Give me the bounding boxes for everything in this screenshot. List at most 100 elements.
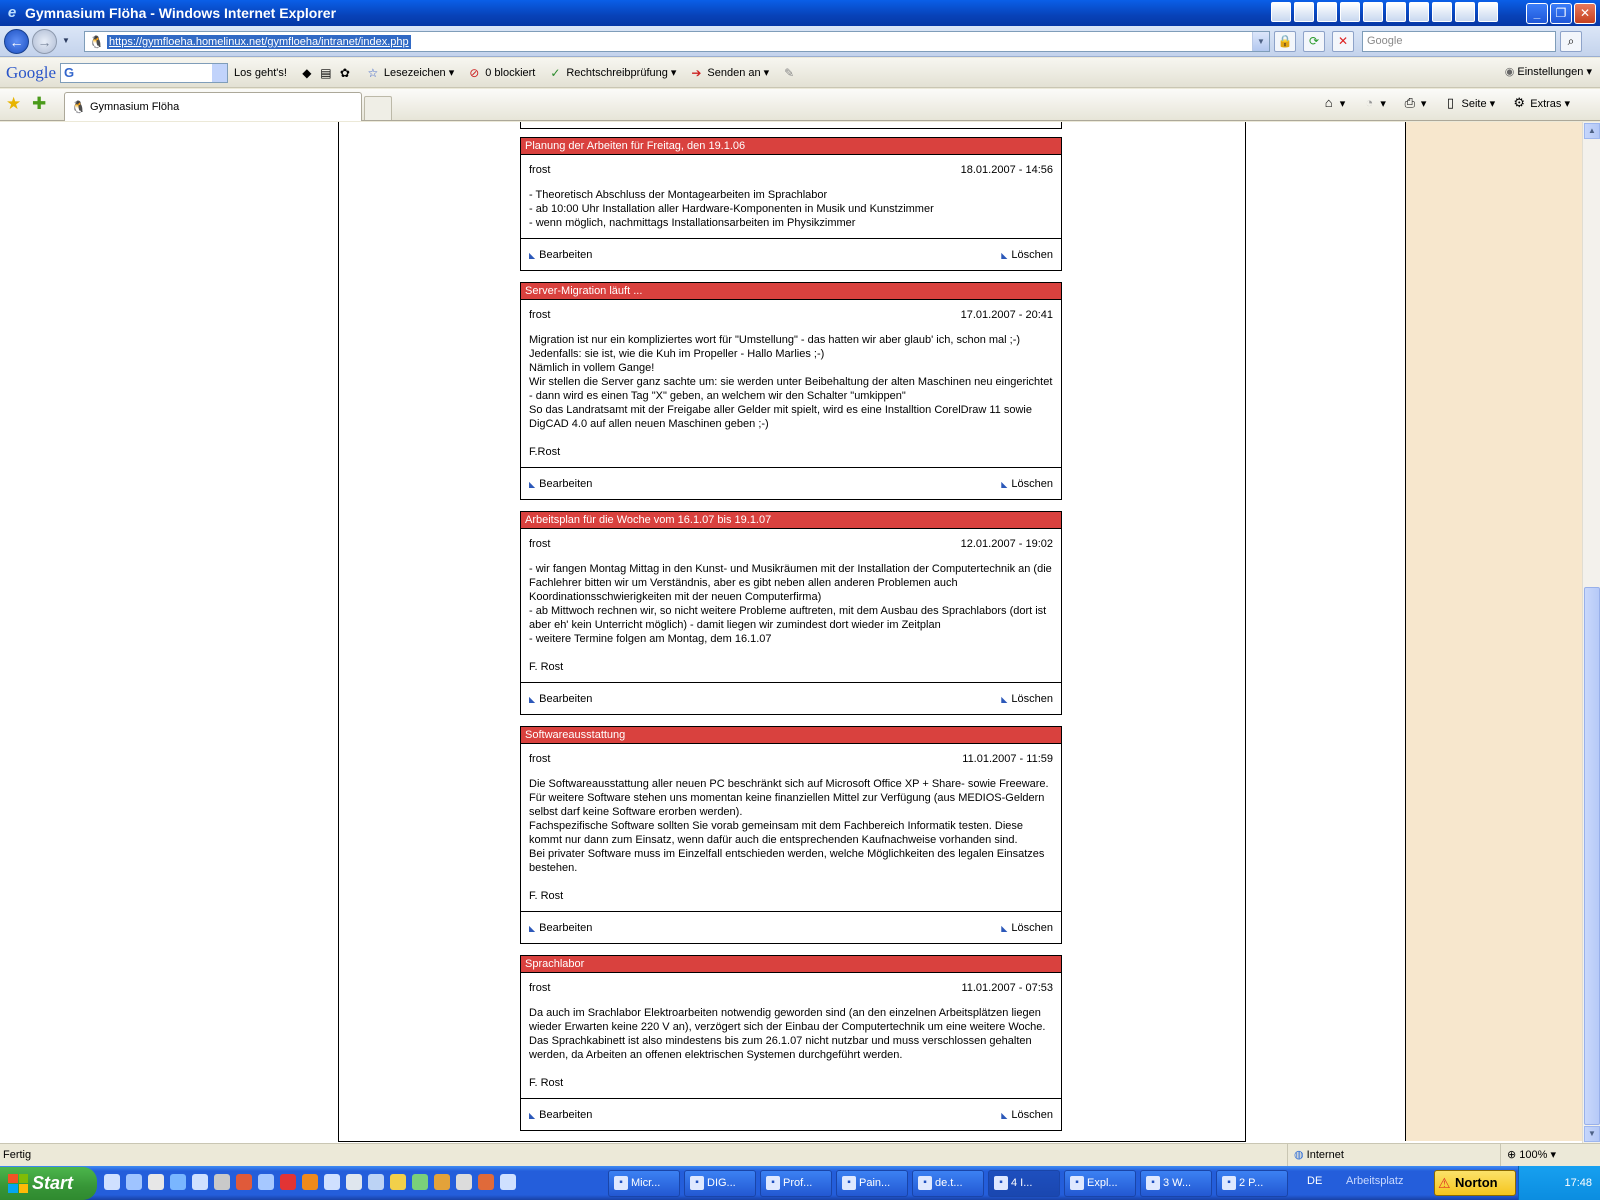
app-icon[interactable] (1386, 2, 1406, 22)
taskbar-task[interactable]: ▪ Micr... (608, 1170, 680, 1197)
app-icon[interactable] (1363, 2, 1383, 22)
address-bar[interactable]: 🐧 https://gymfloeha.homelinux.net/gymflo… (84, 31, 1270, 52)
gear-icon[interactable]: ✿ (337, 65, 353, 81)
taskbar-task[interactable]: ▪ 3 W... (1140, 1170, 1212, 1197)
desktop-toolbar[interactable]: Arbeitsplatz (1346, 1175, 1403, 1187)
language-indicator[interactable]: DE (1307, 1175, 1322, 1187)
scroll-up-icon[interactable]: ▲ (1584, 123, 1600, 139)
taskbar-task[interactable]: ▪ 4 I... (988, 1170, 1060, 1197)
title-bar: e Gymnasium Flöha - Windows Internet Exp… (0, 0, 1600, 26)
scroll-down-icon[interactable]: ▼ (1584, 1126, 1600, 1142)
quicklaunch-icon[interactable] (434, 1174, 450, 1190)
quicklaunch-icon[interactable] (148, 1174, 164, 1190)
taskbar-task[interactable]: ▪ 2 P... (1216, 1170, 1288, 1197)
bookmarks-button[interactable]: ☆ Lesezeichen ▾ (365, 65, 455, 81)
app-icon[interactable] (1340, 2, 1360, 22)
back-button[interactable]: ← (4, 29, 29, 54)
post-date: 11.01.2007 - 07:53 (961, 982, 1053, 994)
highlight-button[interactable]: ✎ (781, 65, 797, 81)
app-icon[interactable] (1478, 2, 1498, 22)
tab-gymnasium[interactable]: 🐧 Gymnasium Flöha (64, 92, 362, 121)
delete-link[interactable]: ◣ Löschen (1001, 922, 1053, 934)
search-icon[interactable]: ⌕ (1560, 31, 1582, 52)
home-button[interactable]: ⌂ ▾ (1321, 95, 1346, 111)
forward-button[interactable]: → (32, 29, 57, 54)
edit-link[interactable]: ◣ Bearbeiten (529, 1109, 592, 1121)
scroll-thumb[interactable] (1584, 587, 1600, 1125)
taskbar-task[interactable]: ▪ de.t... (912, 1170, 984, 1197)
restore-button[interactable]: ❐ (1550, 3, 1572, 24)
start-button[interactable]: Start (0, 1167, 97, 1200)
search-input[interactable]: Google (1362, 31, 1556, 52)
post-title: Server-Migration läuft ... (521, 283, 1061, 300)
delete-link[interactable]: ◣ Löschen (1001, 1109, 1053, 1121)
taskbar-task[interactable]: ▪ Expl... (1064, 1170, 1136, 1197)
pagerank-icon[interactable]: ◆ (299, 65, 315, 81)
app-icon[interactable] (1271, 2, 1291, 22)
new-tab-button[interactable] (364, 96, 392, 120)
add-favorite-icon[interactable]: ✚ (32, 95, 46, 113)
close-button[interactable]: ✕ (1574, 3, 1596, 24)
history-dropdown-icon[interactable]: ▼ (62, 36, 70, 45)
quicklaunch-icon[interactable] (368, 1174, 384, 1190)
taskbar-task[interactable]: ▪ Pain... (836, 1170, 908, 1197)
edit-link[interactable]: ◣ Bearbeiten (529, 922, 592, 934)
quicklaunch-icon[interactable] (214, 1174, 230, 1190)
page-menu[interactable]: ▯ Seite ▾ (1442, 95, 1495, 111)
quicklaunch-icon[interactable] (324, 1174, 340, 1190)
app-icon[interactable] (1455, 2, 1475, 22)
toolbar-extra-icons[interactable]: ◆ ▤ ✿ (299, 65, 353, 81)
news-icon[interactable]: ▤ (318, 65, 334, 81)
taskbar-task[interactable]: ▪ Prof... (760, 1170, 832, 1197)
quicklaunch-icon[interactable] (390, 1174, 406, 1190)
feeds-button[interactable]: ◔ ▾ (1361, 95, 1386, 111)
extras-menu[interactable]: ⚙ Extras ▾ (1511, 95, 1570, 111)
arrow-icon: ◣ (529, 1110, 536, 1120)
lock-icon[interactable]: 🔒 (1274, 31, 1296, 52)
edit-link[interactable]: ◣ Bearbeiten (529, 693, 592, 705)
spellcheck-button[interactable]: ✓ Rechtschreibprüfung ▾ (547, 65, 676, 81)
clock[interactable]: 17:48 (1564, 1177, 1592, 1189)
zoom-control[interactable]: ⊕ 100% ▾ (1500, 1144, 1600, 1166)
print-button[interactable]: ⎙ ▾ (1402, 95, 1427, 111)
popup-blocker-button[interactable]: ⊘ 0 blockiert (466, 65, 535, 81)
quicklaunch-icon[interactable] (500, 1174, 516, 1190)
delete-link[interactable]: ◣ Löschen (1001, 478, 1053, 490)
quicklaunch-icon[interactable] (192, 1174, 208, 1190)
quicklaunch-icon[interactable] (478, 1174, 494, 1190)
quicklaunch-icon[interactable] (302, 1174, 318, 1190)
delete-link[interactable]: ◣ Löschen (1001, 249, 1053, 261)
google-search-box[interactable]: G (60, 62, 229, 83)
taskbar-task[interactable]: ▪ DIG... (684, 1170, 756, 1197)
minimize-button[interactable]: _ (1526, 3, 1548, 24)
quicklaunch-icon[interactable] (346, 1174, 362, 1190)
quicklaunch-icon[interactable] (170, 1174, 186, 1190)
settings-icon: ◉ (1504, 66, 1515, 78)
arrow-icon: ◣ (1001, 694, 1008, 704)
app-icon[interactable] (1294, 2, 1314, 22)
stop-icon[interactable]: ✕ (1332, 31, 1354, 52)
security-zone[interactable]: ◍ Internet (1287, 1144, 1494, 1166)
app-icon[interactable] (1317, 2, 1337, 22)
quicklaunch-icon[interactable] (456, 1174, 472, 1190)
delete-link[interactable]: ◣ Löschen (1001, 693, 1053, 705)
app-icon[interactable] (1432, 2, 1452, 22)
quicklaunch-icon[interactable] (258, 1174, 274, 1190)
refresh-icon[interactable]: ⟳ (1303, 31, 1325, 52)
norton-button[interactable]: Norton (1434, 1170, 1516, 1196)
quicklaunch-icon[interactable] (126, 1174, 142, 1190)
quicklaunch-icon[interactable] (412, 1174, 428, 1190)
address-dropdown-icon[interactable]: ▼ (1252, 32, 1269, 51)
edit-link[interactable]: ◣ Bearbeiten (529, 249, 592, 261)
app-icon[interactable] (1409, 2, 1429, 22)
quicklaunch-icon[interactable] (280, 1174, 296, 1190)
edit-link[interactable]: ◣ Bearbeiten (529, 478, 592, 490)
go-button[interactable]: Los geht's! (234, 67, 287, 79)
send-to-button[interactable]: ➔ Senden an ▾ (688, 65, 769, 81)
favorites-star-icon[interactable]: ★ (6, 95, 21, 113)
settings-button[interactable]: ◉ Einstellungen ▾ (1505, 65, 1592, 78)
quicklaunch-icon[interactable] (104, 1174, 120, 1190)
address-input[interactable]: https://gymfloeha.homelinux.net/gymfloeh… (107, 34, 411, 49)
quicklaunch-icon[interactable] (236, 1174, 252, 1190)
vertical-scrollbar[interactable]: ▲ ▼ (1582, 122, 1600, 1143)
